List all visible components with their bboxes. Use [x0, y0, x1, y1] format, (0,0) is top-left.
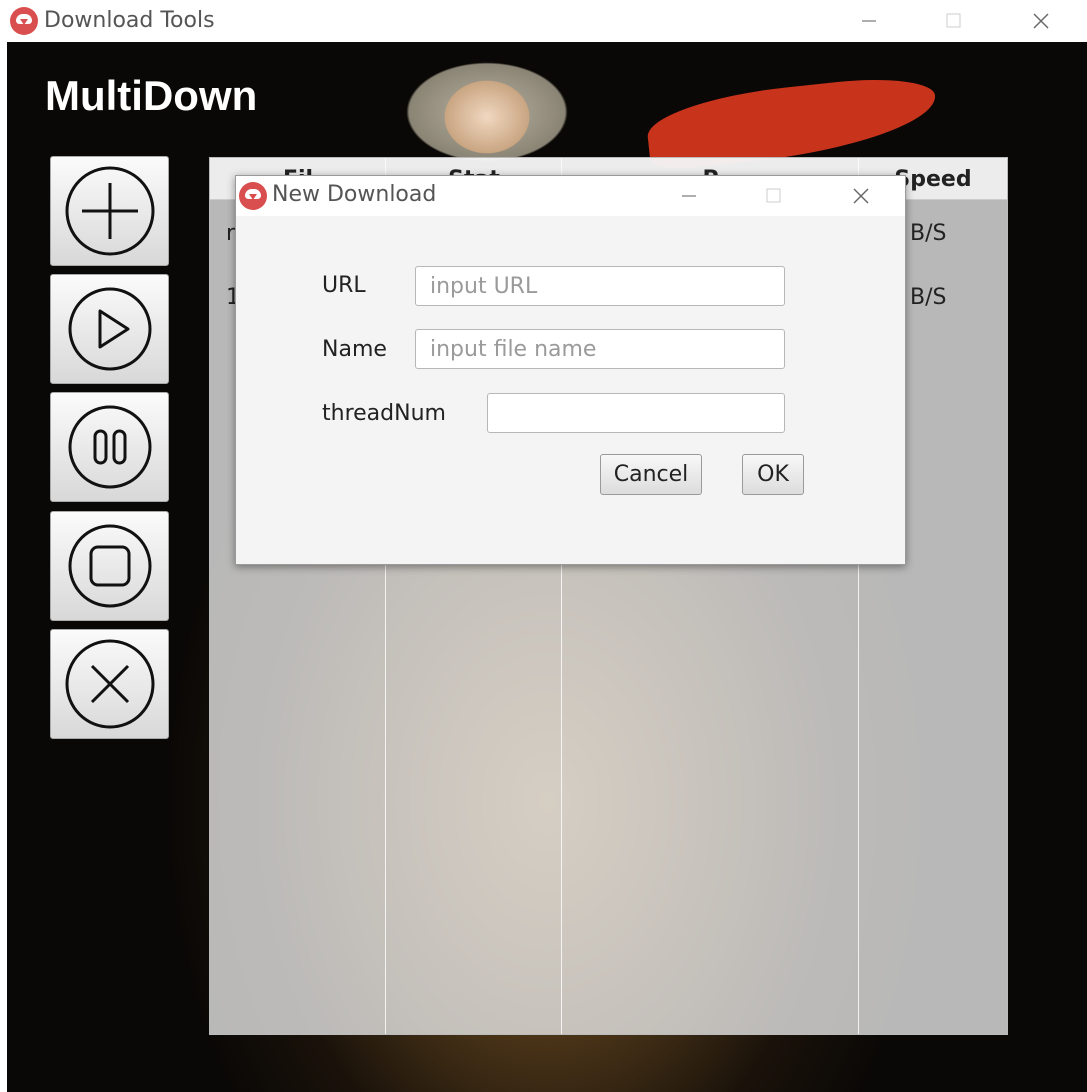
maximize-button[interactable] [924, 0, 984, 42]
window-title: Download Tools [44, 8, 215, 33]
dialog-title-bar: New Download [236, 176, 905, 216]
minimize-icon [682, 195, 696, 197]
minimize-icon [862, 20, 876, 22]
dialog-close-button[interactable] [831, 176, 891, 216]
url-label: URL [322, 273, 366, 298]
thread-num-input[interactable] [487, 393, 785, 433]
cancel-circle-icon [65, 639, 154, 729]
close-window-button[interactable] [1011, 0, 1071, 42]
stop-download-button[interactable] [50, 511, 169, 621]
dialog-minimize-button[interactable] [659, 176, 719, 216]
pause-icon [68, 405, 151, 489]
add-download-button[interactable] [50, 156, 169, 266]
table-cell-file[interactable]: r [226, 221, 235, 246]
minimize-button[interactable] [839, 0, 899, 42]
maximize-icon [766, 188, 781, 203]
cloud-download-icon [10, 7, 38, 35]
maximize-icon [946, 13, 961, 28]
stop-icon [68, 524, 151, 608]
url-input[interactable] [415, 266, 785, 306]
delete-download-button[interactable] [50, 629, 169, 739]
new-download-dialog: New Download URL Name threadNum Cancel O… [235, 175, 906, 565]
close-icon [853, 188, 869, 204]
add-icon [65, 166, 154, 256]
cancel-button[interactable]: Cancel [600, 454, 702, 495]
pause-download-button[interactable] [50, 392, 169, 502]
dialog-maximize-button[interactable] [744, 176, 804, 216]
ok-button[interactable]: OK [742, 454, 804, 495]
cloud-download-icon [239, 182, 267, 210]
table-cell-speed[interactable]: B/S [910, 221, 946, 246]
dialog-title: New Download [272, 182, 437, 207]
thread-num-label: threadNum [322, 401, 446, 426]
title-bar: Download Tools [7, 0, 1087, 42]
app-title: MultiDown [45, 72, 258, 119]
file-name-input[interactable] [415, 329, 785, 369]
close-icon [1033, 13, 1049, 29]
start-download-button[interactable] [50, 274, 169, 384]
play-icon [68, 287, 151, 371]
main-window: Download Tools MultiDown Speed r B/S 1 B… [7, 0, 1087, 1092]
name-label: Name [322, 337, 387, 362]
table-cell-speed[interactable]: B/S [910, 285, 946, 310]
